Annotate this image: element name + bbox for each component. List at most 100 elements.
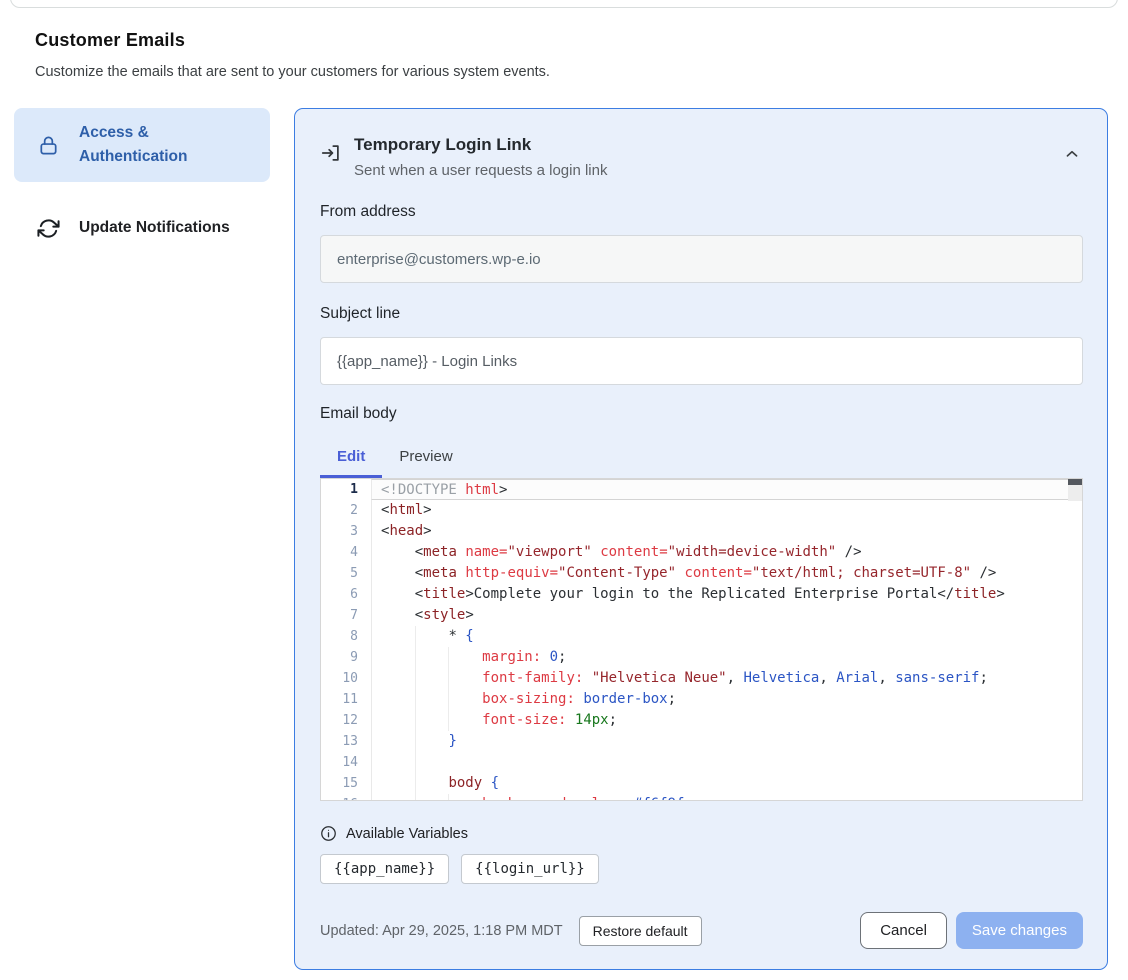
chevron-up-icon[interactable] — [1061, 143, 1083, 165]
sidebar-item-access-authentication[interactable]: Access & Authentication — [14, 108, 270, 182]
panel-footer: Updated: Apr 29, 2025, 1:18 PM MDT Resto… — [320, 912, 1083, 949]
line-number: 13 — [321, 731, 371, 752]
indent-guide — [415, 731, 416, 752]
indent-guide — [415, 710, 416, 731]
lock-icon — [36, 133, 60, 157]
code-line[interactable]: 13} — [321, 731, 1082, 752]
indent-guide — [448, 794, 449, 801]
line-number: 3 — [321, 521, 371, 542]
indent-guide — [415, 773, 416, 794]
line-number: 16 — [321, 794, 371, 801]
line-number: 6 — [321, 584, 371, 605]
footer-action-buttons: Cancel Save changes — [860, 912, 1083, 949]
line-number: 15 — [321, 773, 371, 794]
save-changes-button[interactable]: Save changes — [956, 912, 1083, 949]
editor-tabs: Edit Preview — [320, 437, 1083, 478]
from-address-label: From address — [320, 203, 1083, 221]
line-number: 2 — [321, 500, 371, 521]
code-line[interactable]: 15body { — [321, 773, 1082, 794]
code-line-content: box-sizing: border-box; — [371, 689, 1082, 710]
email-settings-panel: Temporary Login Link Sent when a user re… — [294, 108, 1108, 970]
scrollbar-thumb[interactable] — [1068, 479, 1082, 485]
line-number: 9 — [321, 647, 371, 668]
code-line[interactable]: 6<title>Complete your login to the Repli… — [321, 584, 1082, 605]
variable-chip-app-name[interactable]: {{app_name}} — [320, 854, 449, 884]
variable-chip-login-url[interactable]: {{login_url}} — [461, 854, 599, 884]
cancel-button[interactable]: Cancel — [860, 912, 947, 949]
code-line-content: body { — [371, 773, 1082, 794]
line-number: 5 — [321, 563, 371, 584]
indent-guide — [448, 710, 449, 731]
code-line[interactable]: 4<meta name="viewport" content="width=de… — [321, 542, 1082, 563]
code-line[interactable]: 16background-color: #f6f9fc; — [321, 794, 1082, 801]
line-number: 12 — [321, 710, 371, 731]
variable-chips: {{app_name}} {{login_url}} — [320, 854, 1083, 884]
code-line[interactable]: 14 — [321, 752, 1082, 773]
indent-guide — [415, 689, 416, 710]
code-line-content: <style> — [371, 605, 1082, 626]
code-line[interactable]: 1<!DOCTYPE html> — [321, 479, 1082, 500]
indent-guide — [415, 794, 416, 801]
line-number: 14 — [321, 752, 371, 773]
indent-guide — [415, 626, 416, 647]
code-line[interactable]: 2<html> — [321, 500, 1082, 521]
indent-guide — [448, 668, 449, 689]
code-line[interactable]: 8* { — [321, 626, 1082, 647]
line-number: 7 — [321, 605, 371, 626]
panel-subtitle: Sent when a user requests a login link — [354, 162, 607, 179]
page-subtitle: Customize the emails that are sent to yo… — [35, 64, 1093, 80]
code-line[interactable]: 10font-family: "Helvetica Neue", Helveti… — [321, 668, 1082, 689]
code-line-content: <title>Complete your login to the Replic… — [371, 584, 1082, 605]
code-line[interactable]: 5<meta http-equiv="Content-Type" content… — [321, 563, 1082, 584]
code-line-content — [371, 752, 1082, 773]
indent-guide — [415, 668, 416, 689]
tab-edit[interactable]: Edit — [320, 437, 382, 478]
code-line[interactable]: 7<style> — [321, 605, 1082, 626]
tab-preview[interactable]: Preview — [382, 437, 469, 478]
code-line-content: background-color: #f6f9fc; — [371, 794, 1082, 801]
code-line-content: <!DOCTYPE html> — [371, 479, 1068, 500]
restore-default-button[interactable]: Restore default — [579, 916, 702, 946]
line-number: 1 — [321, 479, 371, 500]
code-line[interactable]: 12font-size: 14px; — [321, 710, 1082, 731]
indent-guide — [415, 752, 416, 773]
line-number: 8 — [321, 626, 371, 647]
from-address-input[interactable] — [320, 235, 1083, 283]
code-line[interactable]: 9margin: 0; — [321, 647, 1082, 668]
sidebar-item-label: Update Notifications — [79, 216, 241, 240]
previous-card-bottom-edge — [10, 0, 1118, 8]
code-line-content: margin: 0; — [371, 647, 1082, 668]
code-line[interactable]: 3<head> — [321, 521, 1082, 542]
line-number: 11 — [321, 689, 371, 710]
code-lines: 1<!DOCTYPE html>2<html>3<head>4<meta nam… — [321, 479, 1082, 801]
line-number: 10 — [321, 668, 371, 689]
subject-line-input[interactable] — [320, 337, 1083, 385]
content-layout: Access & Authentication Update Notificat… — [0, 80, 1128, 970]
code-line-content: font-size: 14px; — [371, 710, 1082, 731]
line-number: 4 — [321, 542, 371, 563]
email-body-label: Email body — [320, 405, 1083, 423]
sidebar-item-update-notifications[interactable]: Update Notifications — [14, 203, 270, 253]
code-line[interactable]: 11box-sizing: border-box; — [321, 689, 1082, 710]
refresh-icon — [36, 216, 60, 240]
sidebar-item-label: Access & Authentication — [79, 121, 241, 169]
page-header: Customer Emails Customize the emails tha… — [0, 0, 1128, 80]
code-line-content: } — [371, 731, 1082, 752]
indent-guide — [448, 689, 449, 710]
subject-line-label: Subject line — [320, 305, 1083, 323]
panel-header: Temporary Login Link Sent when a user re… — [320, 135, 1083, 179]
indent-guide — [415, 647, 416, 668]
code-line-content: <meta name="viewport" content="width=dev… — [371, 542, 1082, 563]
page-title: Customer Emails — [35, 30, 1093, 51]
available-variables-row: Available Variables — [320, 825, 1083, 842]
panel-title: Temporary Login Link — [354, 135, 607, 155]
code-line-content: <head> — [371, 521, 1082, 542]
code-line-content: <html> — [371, 500, 1082, 521]
login-icon — [320, 142, 342, 164]
indent-guide — [448, 647, 449, 668]
panel-header-text: Temporary Login Link Sent when a user re… — [354, 135, 607, 179]
available-variables-label: Available Variables — [346, 826, 468, 842]
code-editor[interactable]: 1<!DOCTYPE html>2<html>3<head>4<meta nam… — [320, 478, 1083, 801]
updated-timestamp: Updated: Apr 29, 2025, 1:18 PM MDT — [320, 923, 563, 939]
info-icon — [320, 825, 337, 842]
